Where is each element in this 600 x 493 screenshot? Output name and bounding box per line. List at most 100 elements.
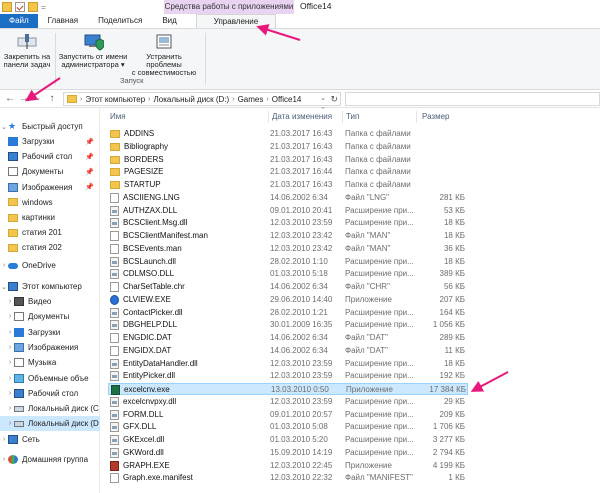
breadcrumb-this-pc[interactable]: Этот компьютер: [82, 95, 148, 104]
file-name: AUTHZAX.DLL: [123, 205, 178, 215]
nav-quick-item[interactable]: Изображения 📌: [0, 180, 100, 195]
file-row[interactable]: CLVIEW.EXE 29.06.2010 14:40 Приложение 207 …: [108, 294, 468, 306]
properties-icon[interactable]: [15, 2, 25, 12]
file-row[interactable]: STARTUP 21.03.2017 16:43 Папка с файлами: [108, 179, 468, 191]
file-row[interactable]: AUTHZAX.DLL 09.01.2010 20:41 Расширение пр…: [108, 205, 468, 217]
file-row[interactable]: DBGHELP.DLL 30.01.2009 16:35 Расширение пр…: [108, 319, 468, 331]
file-row[interactable]: excelcnvpxy.dll 12.03.2010 23:59 Расширени…: [108, 396, 468, 408]
chevron-right-icon[interactable]: ›: [6, 390, 14, 397]
nav-pc-item[interactable]: › Объемные объе: [0, 371, 100, 386]
tab-file[interactable]: Файл: [0, 14, 38, 28]
file-name: STARTUP: [124, 180, 161, 189]
chevron-right-icon[interactable]: ›: [6, 405, 14, 412]
new-folder-icon[interactable]: [28, 2, 38, 12]
file-row[interactable]: ContactPicker.dll 28.02.2010 1:21 Расширен…: [108, 307, 468, 319]
file-row[interactable]: ENGDIC.DAT 14.06.2002 6:34 Файл "DAT" 289 К…: [108, 332, 468, 344]
forward-arrow-icon[interactable]: →: [18, 92, 30, 106]
troubleshoot-compatibility-button[interactable]: Устранить проблемы с совместимостью: [128, 33, 200, 77]
pin-to-taskbar-button[interactable]: Закрепить на панели задач: [2, 33, 52, 69]
chevron-right-icon[interactable]: ›: [0, 436, 8, 443]
nav-pc-item[interactable]: › Музыка: [0, 355, 100, 370]
nav-homegroup[interactable]: › Домашняя группа: [0, 452, 100, 467]
column-divider[interactable]: [268, 111, 269, 123]
nav-this-pc[interactable]: ⌄ Этот компьютер: [0, 279, 100, 294]
tab-home[interactable]: Главная: [38, 14, 88, 28]
nav-pc-item[interactable]: › Локальный диск (C: [0, 401, 100, 416]
chevron-down-icon[interactable]: ⌄: [320, 93, 326, 105]
file-row[interactable]: ASCIIENG.LNG 14.06.2002 6:34 Файл "LNG" 281…: [108, 192, 468, 204]
back-arrow-icon[interactable]: ←: [4, 92, 16, 106]
refresh-icon[interactable]: ↻: [330, 93, 338, 105]
file-row[interactable]: GKExcel.dll 01.03.2010 5:20 Расширение при…: [108, 434, 468, 446]
nav-quick-item[interactable]: статия 202: [0, 240, 100, 255]
file-row[interactable]: CharSetTable.chr 14.06.2002 6:34 Файл "CHR…: [108, 281, 468, 293]
chevron-down-icon[interactable]: ⌄: [0, 123, 8, 131]
nav-pc-item[interactable]: › Изображения: [0, 340, 100, 355]
file-row[interactable]: Bibliography 21.03.2017 16:43 Папка с файл…: [108, 141, 468, 153]
file-size: 29 КБ: [443, 396, 465, 406]
file-row[interactable]: ENGIDX.DAT 14.06.2002 6:34 Файл "DAT" 11 КБ: [108, 345, 468, 357]
file-row[interactable]: excelcnv.exe 13.03.2010 0:50 Приложение 17 …: [108, 383, 468, 396]
address-box[interactable]: › Этот компьютер › Локальный диск (D:) ›…: [63, 92, 341, 106]
nav-quick-item[interactable]: windows: [0, 195, 100, 210]
nav-pc-item[interactable]: › Загрузки: [0, 325, 100, 340]
chevron-right-icon[interactable]: ›: [6, 298, 14, 305]
tab-share[interactable]: Поделиться: [88, 14, 152, 28]
run-as-admin-button[interactable]: Запустить от имени администратора ▾: [58, 33, 128, 69]
chevron-right-icon[interactable]: ›: [0, 262, 8, 269]
nav-pc-item[interactable]: › Видео: [0, 294, 100, 309]
file-row[interactable]: PAGESIZE 21.03.2017 16:44 Папка с файлами: [108, 166, 468, 178]
file-row[interactable]: Graph.exe.manifest 12.03.2010 22:32 Файл "…: [108, 472, 468, 484]
chevron-right-icon[interactable]: ›: [6, 329, 14, 336]
chevron-right-icon[interactable]: ›: [6, 359, 14, 366]
chevron-right-icon[interactable]: ›: [6, 420, 14, 427]
nav-pc-item[interactable]: › Рабочий стол: [0, 386, 100, 401]
file-row[interactable]: GFX.DLL 01.03.2010 5:08 Расширение при... 1…: [108, 421, 468, 433]
file-row[interactable]: FORM.DLL 09.01.2010 20:57 Расширение при..…: [108, 409, 468, 421]
file-row[interactable]: EntityPicker.dll 12.03.2010 23:59 Расширен…: [108, 370, 468, 382]
column-header-size[interactable]: Размер: [422, 110, 450, 124]
excel-app-icon: [111, 385, 120, 395]
nav-quick-item[interactable]: картинки: [0, 210, 100, 225]
nav-quick-item[interactable]: статия 201: [0, 225, 100, 240]
qat-dropdown-icon[interactable]: =: [41, 3, 46, 12]
breadcrumb-games[interactable]: Games: [235, 95, 267, 104]
breadcrumb-drive-d[interactable]: Локальный диск (D:): [151, 95, 233, 104]
chevron-down-icon[interactable]: ⌄: [0, 283, 8, 291]
file-row[interactable]: CDLMSO.DLL 01.03.2010 5:18 Расширение при.…: [108, 268, 468, 280]
column-header-date[interactable]: Дата изменения: [272, 110, 332, 124]
chevron-right-icon[interactable]: ›: [6, 344, 14, 351]
search-input[interactable]: [345, 92, 600, 106]
recent-locations-icon[interactable]: ⌄: [32, 92, 44, 106]
column-divider[interactable]: [342, 111, 343, 123]
tab-view[interactable]: Вид: [152, 14, 186, 28]
nav-quick-item[interactable]: Документы 📌: [0, 164, 100, 179]
nav-quick-item[interactable]: Рабочий стол 📌: [0, 149, 100, 164]
file-row[interactable]: GRAPH.EXE 12.03.2010 22:45 Приложение 4 199…: [108, 460, 468, 472]
file-row[interactable]: BCSLaunch.dll 28.02.2010 1:10 Расширение п…: [108, 256, 468, 268]
tab-manage[interactable]: Управление: [196, 14, 276, 29]
file-row[interactable]: BCSClientManifest.man 12.03.2010 23:42 Фай…: [108, 230, 468, 242]
column-header-name[interactable]: Имя: [110, 110, 126, 124]
file-row[interactable]: GKWord.dll 15.09.2010 14:19 Расширение при…: [108, 447, 468, 459]
column-header-type[interactable]: Тип: [346, 110, 359, 124]
nav-quick-item[interactable]: Загрузки 📌: [0, 134, 100, 149]
folder-icon[interactable]: [2, 2, 12, 12]
nav-pc-item[interactable]: › Локальный диск (D: [0, 416, 100, 432]
file-row[interactable]: BCSEvents.man 12.03.2010 23:42 Файл "MAN" 3…: [108, 243, 468, 255]
file-row[interactable]: ADDINS 21.03.2017 16:43 Папка с файлами: [108, 128, 468, 140]
nav-network[interactable]: › Сеть: [0, 432, 100, 447]
nav-pc-item[interactable]: › Документы: [0, 309, 100, 324]
breadcrumb-office14[interactable]: Office14: [269, 95, 305, 104]
file-row[interactable]: BCSClient.Msg.dll 12.03.2010 23:59 Расшире…: [108, 217, 468, 229]
file-row[interactable]: EntityDataHandler.dll 12.03.2010 23:59 Рас…: [108, 358, 468, 370]
nav-quick-access[interactable]: ⌄ ★ Быстрый доступ: [0, 119, 100, 134]
nav-onedrive[interactable]: › OneDrive: [0, 258, 100, 273]
up-arrow-icon[interactable]: ↑: [46, 92, 58, 106]
file-row[interactable]: BORDERS 21.03.2017 16:43 Папка с файлами: [108, 154, 468, 166]
chevron-right-icon[interactable]: ›: [0, 456, 8, 463]
title-bar: = Средства работы с приложениями Office1…: [0, 0, 600, 14]
chevron-right-icon[interactable]: ›: [6, 313, 14, 320]
column-divider[interactable]: [416, 111, 417, 123]
chevron-right-icon[interactable]: ›: [6, 375, 14, 382]
